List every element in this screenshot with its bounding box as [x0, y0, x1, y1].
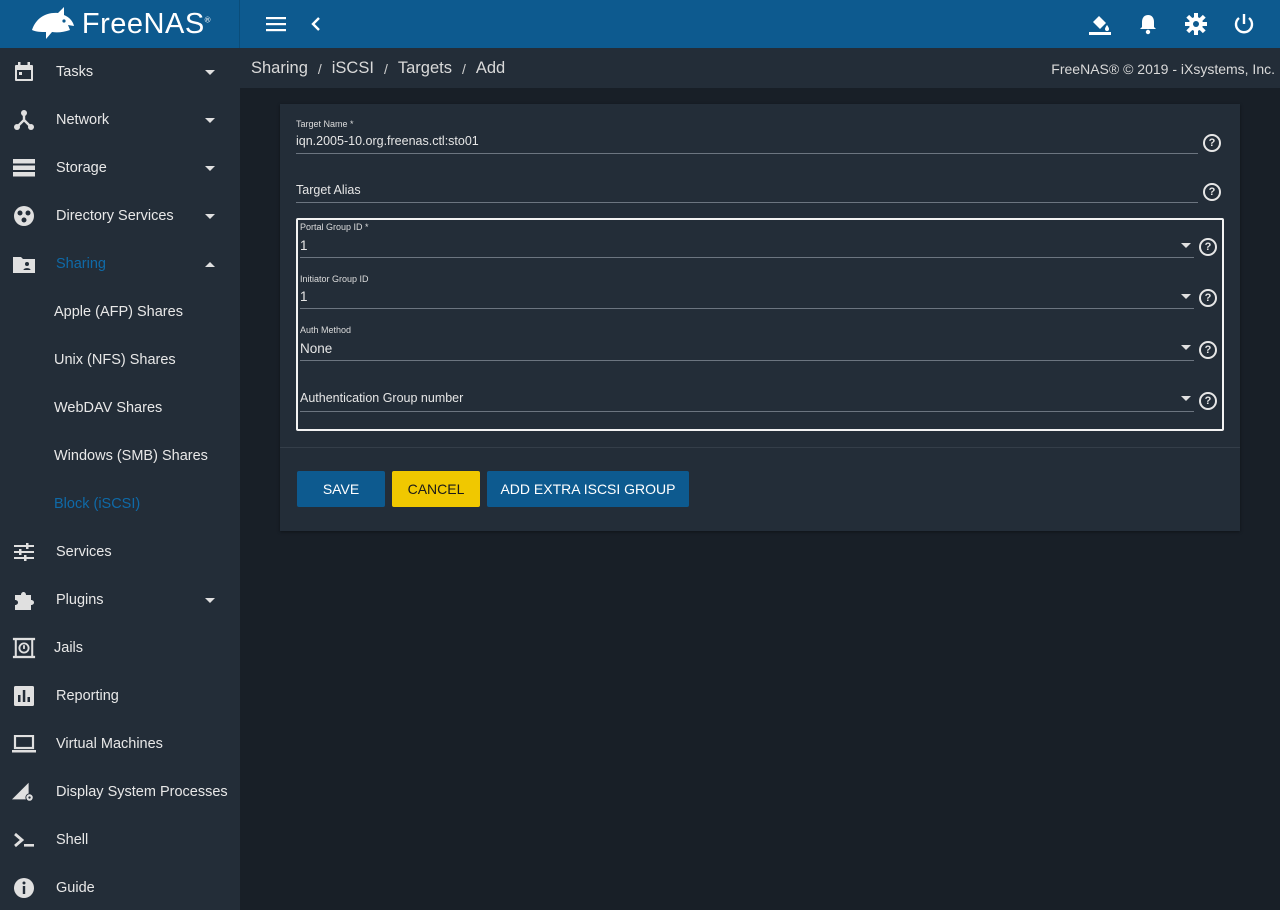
- sidebar-subitem-iscsi[interactable]: Block (iSCSI): [0, 480, 240, 528]
- target-name-input[interactable]: iqn.2005-10.org.freenas.ctl:sto01: [296, 134, 479, 148]
- directory-services-icon: [12, 204, 36, 228]
- calendar-icon: [12, 60, 36, 84]
- portal-group-select[interactable]: 1: [300, 238, 308, 253]
- theme-paint-icon[interactable]: [1088, 12, 1112, 36]
- target-name-label: Target Name *: [296, 119, 354, 129]
- save-button[interactable]: SAVE: [297, 471, 385, 507]
- copyright: FreeNAS® © 2019 - iXsystems, Inc.: [1051, 61, 1275, 77]
- sidebar-subitem-nfs[interactable]: Unix (NFS) Shares: [0, 336, 240, 384]
- sidebar-item-sharing[interactable]: Sharing: [0, 240, 240, 288]
- menu-icon[interactable]: [264, 12, 288, 36]
- sidebar-item-tasks[interactable]: Tasks: [0, 48, 240, 96]
- chevron-down-icon: [205, 597, 215, 603]
- chevron-left-icon[interactable]: [304, 12, 328, 36]
- help-icon[interactable]: ?: [1199, 392, 1217, 410]
- initiator-group-label: Initiator Group ID: [300, 274, 369, 284]
- breadcrumb-bar: Sharing / iSCSI / Targets / Add FreeNAS®…: [240, 48, 1280, 88]
- divider: [280, 447, 1240, 448]
- chevron-up-icon: [205, 261, 215, 267]
- chevron-down-icon: [205, 69, 215, 75]
- sidebar-item-jails[interactable]: Jails: [0, 624, 240, 672]
- add-extra-iscsi-group-button[interactable]: ADD EXTRA ISCSI GROUP: [487, 471, 689, 507]
- freenas-shark-icon: [31, 7, 74, 39]
- help-icon[interactable]: ?: [1203, 134, 1221, 152]
- help-icon[interactable]: ?: [1199, 238, 1217, 256]
- breadcrumb-iscsi[interactable]: iSCSI: [332, 59, 374, 79]
- gear-icon[interactable]: [1184, 12, 1208, 36]
- sidebar-item-shell[interactable]: Shell: [0, 816, 240, 864]
- chevron-down-icon: [205, 117, 215, 123]
- target-alias-input[interactable]: Target Alias: [296, 183, 361, 197]
- sidebar-subitem-smb[interactable]: Windows (SMB) Shares: [0, 432, 240, 480]
- help-icon[interactable]: ?: [1203, 183, 1221, 201]
- chevron-down-icon: [205, 165, 215, 171]
- sidebar-item-services[interactable]: Services: [0, 528, 240, 576]
- auth-method-label: Auth Method: [300, 325, 352, 335]
- initiator-group-select[interactable]: 1: [300, 289, 308, 304]
- help-icon[interactable]: ?: [1199, 341, 1217, 359]
- sidebar-item-network[interactable]: Network: [0, 96, 240, 144]
- auth-group-select[interactable]: Authentication Group number: [300, 391, 463, 405]
- network-icon: [12, 108, 36, 132]
- power-icon[interactable]: [1232, 12, 1256, 36]
- chevron-down-icon[interactable]: [1181, 294, 1191, 299]
- logo[interactable]: FreeNAS®: [0, 0, 240, 48]
- help-icon[interactable]: ?: [1199, 289, 1217, 307]
- chart-icon: [12, 684, 36, 708]
- breadcrumb: Sharing / iSCSI / Targets / Add: [251, 59, 506, 79]
- tune-icon: [12, 540, 36, 564]
- breadcrumb-add: Add: [475, 59, 506, 77]
- terminal-icon: [12, 828, 36, 852]
- storage-icon: [12, 156, 36, 180]
- chevron-down-icon: [205, 213, 215, 219]
- sidebar-item-guide[interactable]: Guide: [0, 864, 240, 910]
- breadcrumb-sharing[interactable]: Sharing: [251, 59, 308, 79]
- brand-name: FreeNAS®: [81, 7, 212, 40]
- iscsi-group-box: Portal Group ID * 1 ? Initiator Group ID…: [296, 218, 1224, 431]
- puzzle-icon: [12, 588, 36, 612]
- info-icon: [12, 876, 36, 900]
- chevron-down-icon[interactable]: [1181, 396, 1191, 401]
- portal-group-label: Portal Group ID *: [300, 222, 369, 232]
- bell-icon[interactable]: [1136, 12, 1160, 36]
- breadcrumb-targets[interactable]: Targets: [398, 59, 452, 79]
- top-bar: FreeNAS®: [0, 0, 1280, 48]
- target-form-card: Target Name * iqn.2005-10.org.freenas.ct…: [280, 104, 1240, 531]
- sidebar-item-directory-services[interactable]: Directory Services: [0, 192, 240, 240]
- sidebar-item-virtual-machines[interactable]: Virtual Machines: [0, 720, 240, 768]
- cancel-button[interactable]: CANCEL: [392, 471, 480, 507]
- sidebar-item-storage[interactable]: Storage: [0, 144, 240, 192]
- auth-method-select[interactable]: None: [300, 341, 332, 356]
- chevron-down-icon[interactable]: [1181, 345, 1191, 350]
- sidebar-item-display-system-processes[interactable]: Display System Processes: [0, 768, 240, 816]
- laptop-icon: [12, 732, 36, 756]
- jail-icon: [12, 636, 36, 660]
- processes-icon: [12, 780, 36, 804]
- chevron-down-icon[interactable]: [1181, 243, 1191, 248]
- sidebar-item-plugins[interactable]: Plugins: [0, 576, 240, 624]
- sidebar-item-reporting[interactable]: Reporting: [0, 672, 240, 720]
- sidebar-subitem-webdav[interactable]: WebDAV Shares: [0, 384, 240, 432]
- sidebar: Tasks Network Storage Directory Services…: [0, 48, 240, 910]
- folder-shared-icon: [12, 252, 36, 276]
- sidebar-subitem-afp[interactable]: Apple (AFP) Shares: [0, 288, 240, 336]
